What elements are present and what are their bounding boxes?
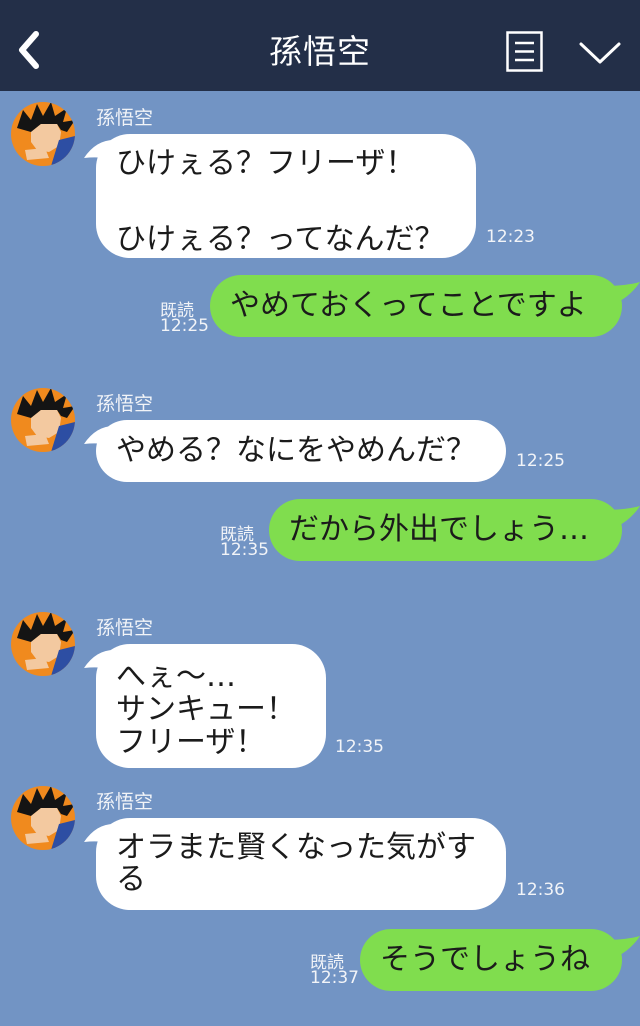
back-arrow-icon[interactable] <box>14 28 44 72</box>
sender-name: 孫悟空 <box>96 393 154 415</box>
sender-name: 孫悟空 <box>96 617 154 639</box>
goku-avatar-icon <box>11 612 75 676</box>
chat-header: 孫悟空 <box>0 0 640 91</box>
avatar[interactable] <box>11 786 75 850</box>
sender-name: 孫悟空 <box>96 791 154 813</box>
message-bubble[interactable]: やめておくってことですよ <box>210 275 622 337</box>
goku-avatar-icon <box>11 786 75 850</box>
message-time: 12:35 <box>220 540 269 560</box>
goku-avatar-icon <box>11 102 75 166</box>
chevron-down-icon[interactable] <box>578 40 622 66</box>
avatar[interactable] <box>11 612 75 676</box>
message-bubble[interactable]: ひけぇる？フリーザ！ ひけぇる？ってなんだ？ <box>96 134 476 258</box>
message-time: 12:37 <box>310 968 359 988</box>
message-bubble[interactable]: へぇ〜… サンキュー！ フリーザ！ <box>96 644 326 768</box>
message-time: 12:25 <box>516 451 565 471</box>
message-time: 12:35 <box>335 737 384 757</box>
message-bubble[interactable]: だから外出でしょう… <box>269 499 622 561</box>
message-time: 12:23 <box>486 227 535 247</box>
message-time: 12:25 <box>160 316 209 336</box>
avatar[interactable] <box>11 102 75 166</box>
message-time: 12:36 <box>516 880 565 900</box>
chat-title: 孫悟空 <box>269 32 371 71</box>
message-bubble[interactable]: やめる？なにをやめんだ？ <box>96 420 506 482</box>
menu-list-icon[interactable] <box>506 31 543 72</box>
sender-name: 孫悟空 <box>96 107 154 129</box>
avatar[interactable] <box>11 388 75 452</box>
message-bubble[interactable]: そうでしょうね <box>360 929 622 991</box>
goku-avatar-icon <box>11 388 75 452</box>
message-bubble[interactable]: オラまた賢くなった気がす る <box>96 818 506 910</box>
